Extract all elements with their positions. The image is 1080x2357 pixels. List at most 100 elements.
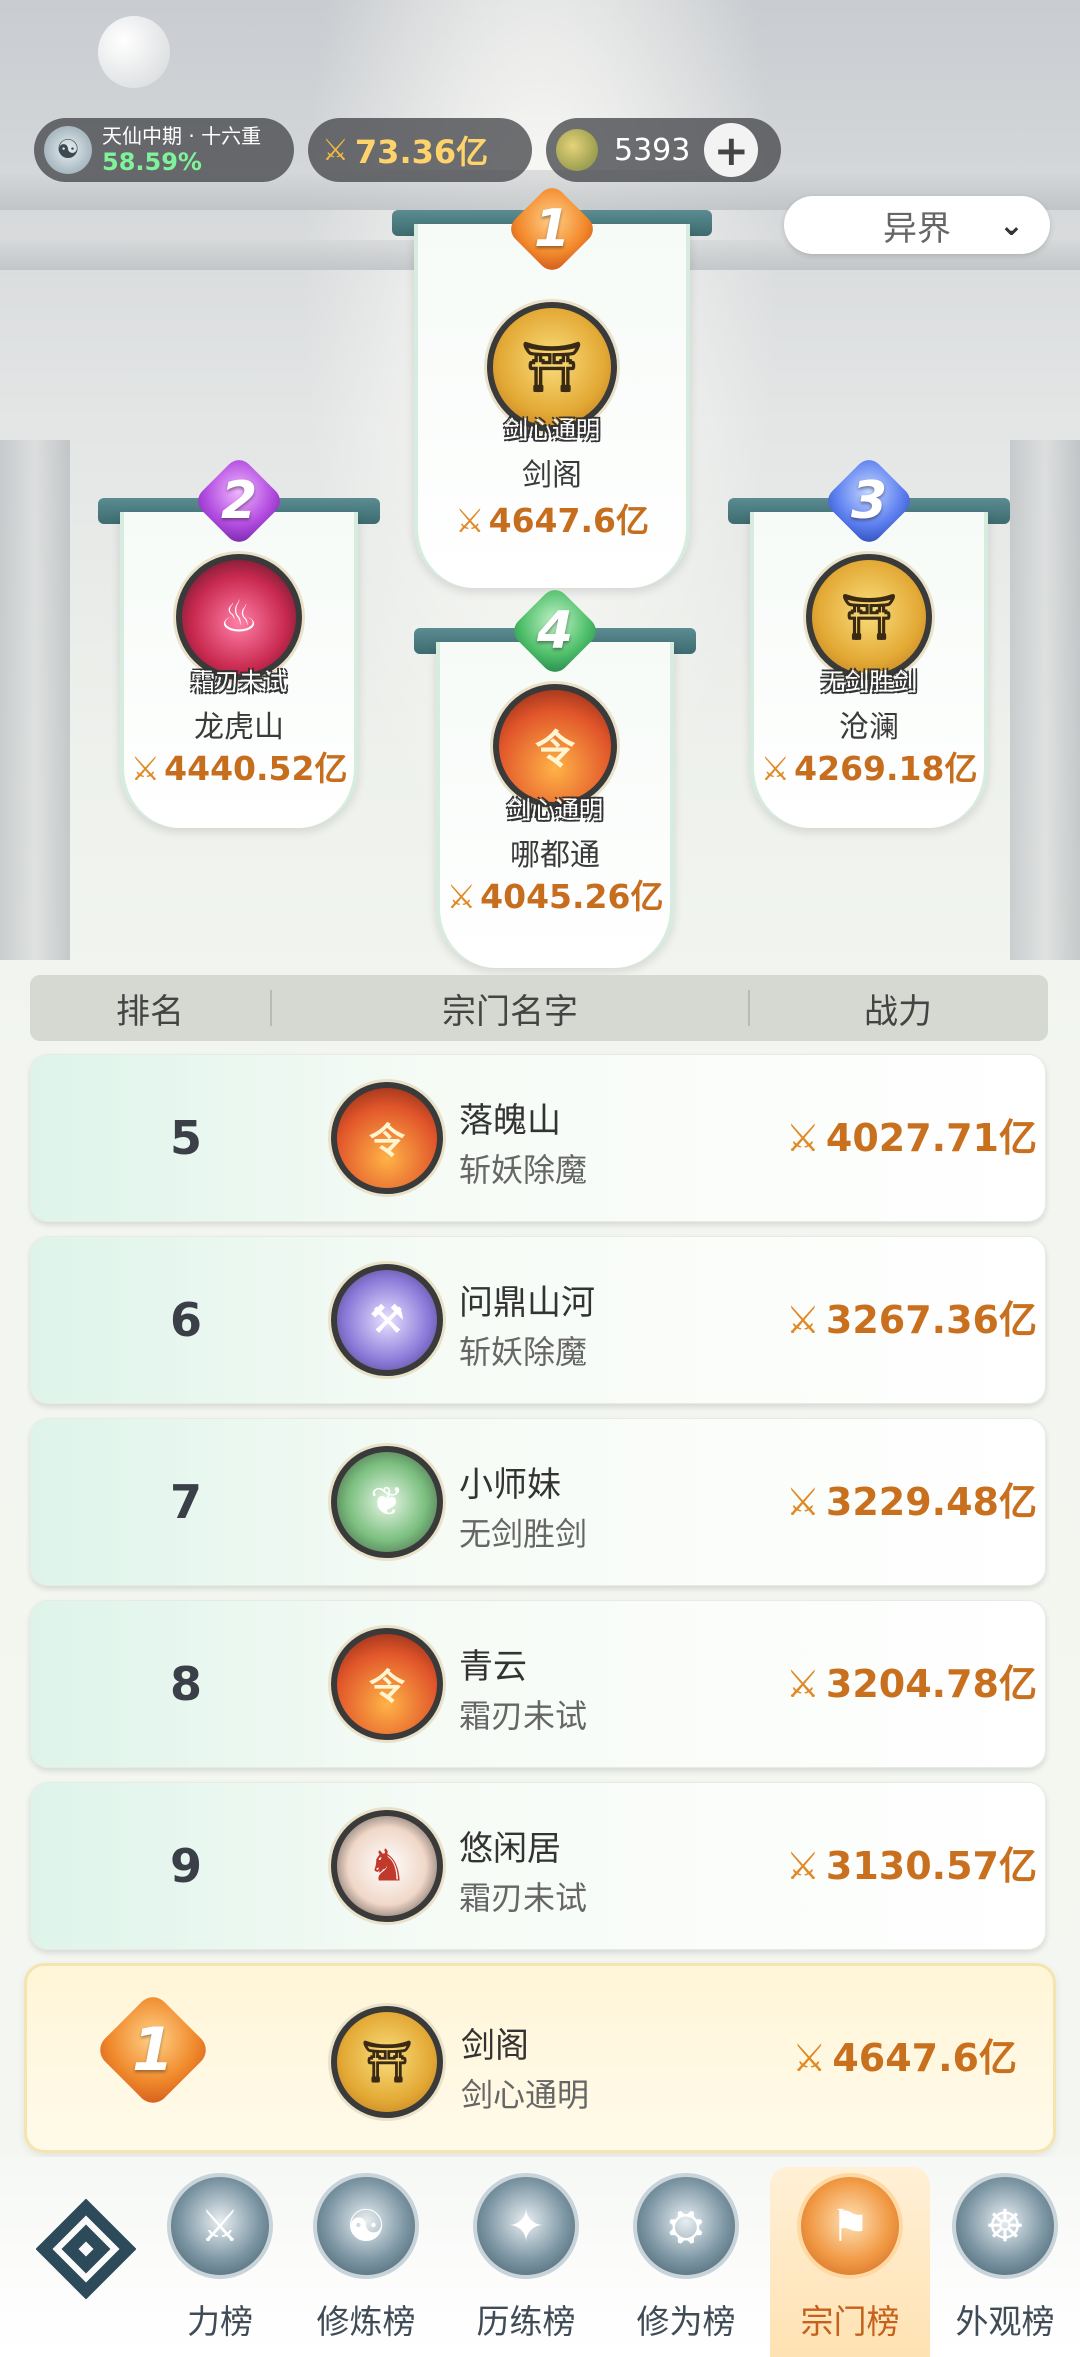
- row-sect-tag: 斩妖除魔: [459, 1151, 588, 1189]
- row-rank: 5: [169, 1111, 202, 1165]
- sect-name: 沧澜: [839, 710, 899, 745]
- yin-yang-tab-icon: ☯: [313, 2173, 419, 2279]
- my-sect-tag: 剑心通明: [461, 2076, 590, 2114]
- realm-label: 天仙中期 · 十六重: [102, 124, 262, 148]
- tab-realm-rank[interactable]: ⛭ 修为榜: [606, 2167, 766, 2357]
- sect-power: ⚔ 4647.6亿: [455, 501, 649, 540]
- my-sect-name: 剑阁: [461, 2026, 529, 2066]
- table-row[interactable]: 9 ♞ 悠闲居 霜刃未试 ⚔ 3130.57亿: [30, 1782, 1046, 1950]
- sect-name: 剑阁: [522, 458, 582, 493]
- crossed-swords-icon: ⚔: [322, 132, 349, 168]
- crossed-swords-icon: ⚔: [446, 877, 477, 916]
- tab-label: 修为榜: [636, 2302, 736, 2341]
- crossed-swords-icon: ⚔: [785, 1298, 820, 1342]
- table-row[interactable]: 5 令 落魄山 斩妖除魔 ⚔ 4027.71亿: [30, 1054, 1046, 1222]
- sect-power: ⚔ 4269.18亿: [760, 749, 978, 788]
- sect-tag: 剑心通明: [507, 796, 603, 824]
- row-sect-name: 问鼎山河: [459, 1283, 595, 1323]
- seal-flame-emblem-icon: 令: [331, 1082, 443, 1194]
- spirit-stone-count: 5393: [614, 132, 691, 168]
- row-rank: 8: [169, 1657, 202, 1711]
- tab-cultivation-rank[interactable]: ☯ 修炼榜: [286, 2167, 446, 2357]
- row-rank: 6: [169, 1293, 202, 1347]
- row-sect-name: 青云: [459, 1647, 527, 1687]
- sect-power: ⚔ 4045.26亿: [446, 877, 664, 916]
- row-sect-name: 悠闲居: [459, 1829, 561, 1869]
- ranking-table-header: 排名 宗门名字 战力: [30, 975, 1048, 1041]
- my-rank-badge: 1: [93, 1990, 213, 2110]
- region-dropdown-value: 异界: [883, 208, 951, 249]
- row-power: ⚔ 3204.78亿: [785, 1662, 1037, 1706]
- horse-emblem-icon: ♞: [331, 1810, 443, 1922]
- spirit-stone-icon: [556, 129, 598, 171]
- cultivator-avatar-icon: ☯: [44, 126, 92, 174]
- sect-tag: 霜刃未试: [191, 668, 287, 696]
- tab-label: 外观榜: [955, 2302, 1055, 2341]
- row-rank: 7: [169, 1475, 202, 1529]
- table-row[interactable]: 7 ❦ 小师妹 无剑胜剑 ⚔ 3229.48亿: [30, 1418, 1046, 1586]
- total-power-pill[interactable]: ⚔ 73.36亿: [308, 118, 532, 182]
- leaf-emblem-icon: ❦: [331, 1446, 443, 1558]
- tab-label: 修炼榜: [316, 2302, 416, 2341]
- row-power: ⚔ 3229.48亿: [785, 1480, 1037, 1524]
- crossed-swords-icon: ⚔: [792, 2036, 827, 2080]
- tab-appearance-rank[interactable]: ☸ 外观榜: [930, 2167, 1080, 2357]
- star-tab-icon: ✦: [473, 2173, 579, 2279]
- tab-label: 宗门榜: [800, 2302, 900, 2341]
- hat-tab-icon: ⛭: [633, 2173, 739, 2279]
- background-pillar: [0, 440, 70, 960]
- background-pillar: [1010, 440, 1080, 960]
- tab-label: 历练榜: [476, 2302, 576, 2341]
- pavilion-emblem-icon: ⛩: [331, 2006, 443, 2118]
- sword-tab-icon: ⚔: [167, 2173, 273, 2279]
- sect-tag: 剑心通明: [504, 416, 600, 444]
- row-sect-tag: 无剑胜剑: [459, 1515, 588, 1553]
- row-power: ⚔ 3267.36亿: [785, 1298, 1037, 1342]
- header-rank: 排名: [116, 991, 184, 1032]
- moon-orb: [98, 16, 170, 88]
- seal-flame-emblem-icon: 令: [331, 1628, 443, 1740]
- row-rank: 9: [169, 1839, 202, 1893]
- tab-power-rank[interactable]: ⚔ 力榜: [150, 2167, 290, 2357]
- spirit-stone-pill: 5393 +: [546, 118, 781, 182]
- mask-tab-icon: ☸: [952, 2173, 1058, 2279]
- podium-card-rank-1[interactable]: 1 ⛩ 剑心通明 剑阁 ⚔ 4647.6亿: [392, 182, 712, 588]
- tab-training-rank[interactable]: ✦ 历练榜: [446, 2167, 606, 2357]
- region-dropdown[interactable]: 异界 ⌄: [784, 196, 1050, 254]
- sect-name: 哪都通: [510, 838, 600, 873]
- home-diamond-icon[interactable]: [36, 2199, 136, 2299]
- crossed-swords-icon: ⚔: [785, 1844, 820, 1888]
- tab-sect-rank[interactable]: ⚑ 宗门榜: [770, 2167, 930, 2357]
- tab-label: 力榜: [187, 2302, 253, 2341]
- row-power: ⚔ 3130.57亿: [785, 1844, 1037, 1888]
- sect-name: 龙虎山: [194, 710, 284, 745]
- crossed-swords-icon: ⚔: [785, 1662, 820, 1706]
- my-sect-power: ⚔ 4647.6亿: [792, 2036, 1017, 2080]
- sect-tag: 无剑胜剑: [821, 668, 917, 696]
- realm-progress: 58.59%: [102, 148, 202, 176]
- total-power-value: 73.36亿: [354, 133, 489, 171]
- row-sect-tag: 霜刃未试: [459, 1879, 588, 1917]
- row-sect-tag: 斩妖除魔: [459, 1333, 588, 1371]
- row-sect-tag: 霜刃未试: [459, 1697, 588, 1735]
- row-sect-name: 落魄山: [459, 1101, 561, 1141]
- crossed-swords-icon: ⚔: [785, 1116, 820, 1160]
- crossed-swords-icon: ⚔: [455, 501, 485, 540]
- podium-card-rank-3[interactable]: 3 ⛩ 无剑胜剑 沧澜 ⚔ 4269.18亿: [728, 454, 1010, 828]
- bottom-nav: ⚔ 力榜 ☯ 修炼榜 ✦ 历练榜 ⛭ 修为榜 ⚑ 宗门榜 ☸ 外观榜: [0, 2157, 1080, 2357]
- podium-card-rank-2[interactable]: 2 ♨ 霜刃未试 龙虎山 ⚔ 4440.52亿: [98, 454, 380, 828]
- header-sect-name: 宗门名字: [442, 991, 578, 1032]
- sect-power: ⚔ 4440.52亿: [130, 749, 348, 788]
- banner-tab-icon: ⚑: [797, 2173, 903, 2279]
- add-spirit-stone-button[interactable]: +: [704, 123, 759, 177]
- podium-card-rank-4[interactable]: 4 令 剑心通明 哪都通 ⚔ 4045.26亿: [414, 584, 696, 968]
- table-row[interactable]: 8 令 青云 霜刃未试 ⚔ 3204.78亿: [30, 1600, 1046, 1768]
- table-row[interactable]: 6 ⚒ 问鼎山河 斩妖除魔 ⚔ 3267.36亿: [30, 1236, 1046, 1404]
- realm-pill[interactable]: ☯ 天仙中期 · 十六重 58.59%: [34, 118, 294, 182]
- crossed-swords-icon: ⚔: [785, 1480, 820, 1524]
- header-power: 战力: [864, 991, 932, 1032]
- crossed-swords-icon: ⚔: [760, 749, 791, 788]
- my-sect-row[interactable]: 1 ⛩ 剑阁 剑心通明 ⚔ 4647.6亿: [24, 1963, 1056, 2153]
- crossed-swords-icon: ⚔: [130, 749, 161, 788]
- row-sect-name: 小师妹: [459, 1465, 561, 1505]
